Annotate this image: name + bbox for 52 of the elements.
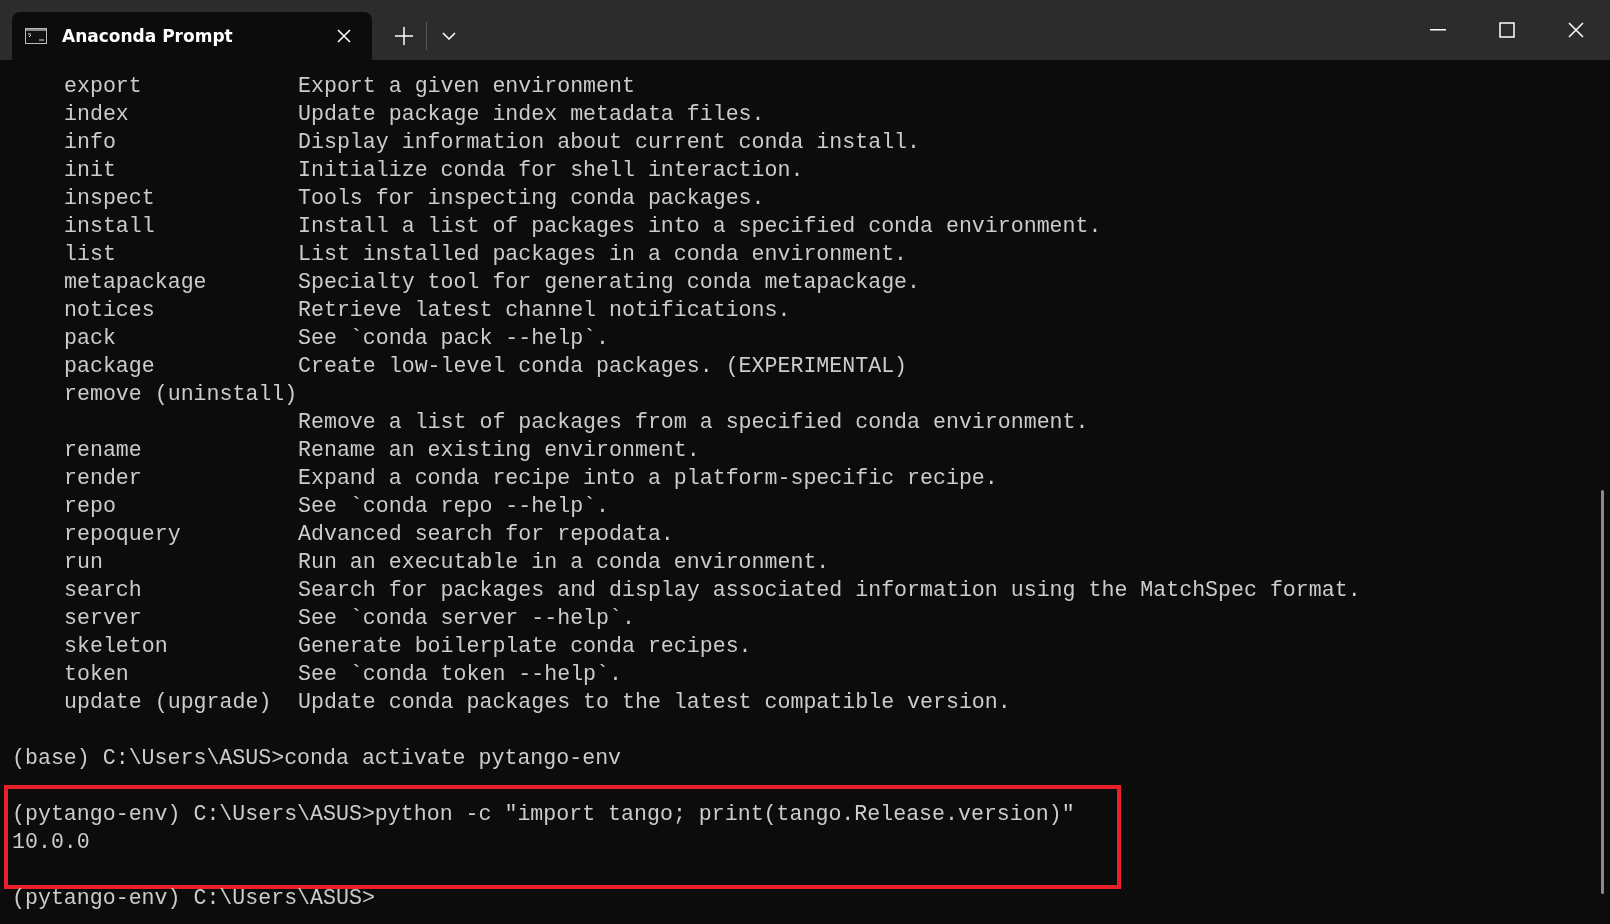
command-name: install [64, 213, 156, 240]
command-description: Tools for inspecting conda packages. [298, 185, 766, 212]
terminal-line: 10.0.0 [12, 829, 91, 856]
command-description: Retrieve latest channel notifications. [298, 297, 792, 324]
terminal-icon [25, 28, 47, 44]
command-description: Search for packages and display associated information using the MatchSpec format. [298, 577, 1362, 604]
command-description: Specialty tool for generating conda metapackage. [298, 269, 921, 296]
command-description: See `conda pack --help`. [298, 325, 610, 352]
command-description: See `conda token --help`. [298, 661, 623, 688]
command-description: Remove a list of packages from a specified conda environment. [298, 409, 1090, 436]
terminal-line: (base) C:\Users\ASUS>conda activate pytango-env [12, 745, 623, 772]
command-name: skeleton [64, 633, 169, 660]
command-description: Expand a conda recipe into a platform-specific recipe. [298, 465, 999, 492]
command-description: Install a list of packages into a specified conda environment. [298, 213, 1103, 240]
command-name: inspect [64, 185, 156, 212]
command-name: pack [64, 325, 117, 352]
command-description: See `conda server --help`. [298, 605, 636, 632]
command-name: remove (uninstall) [64, 381, 298, 408]
command-name: render [64, 465, 143, 492]
command-description: Advanced search for repodata. [298, 521, 675, 548]
command-name: server [64, 605, 143, 632]
command-description: Display information about current conda install. [298, 129, 921, 156]
command-name: repoquery [64, 521, 182, 548]
command-description: Create low-level conda packages. (EXPERIMENTAL) [298, 353, 909, 380]
command-name: package [64, 353, 156, 380]
command-description: Generate boilerplate conda recipes. [298, 633, 753, 660]
command-description: Rename an existing environment. [298, 437, 701, 464]
terminal-tab[interactable]: Anaconda Prompt [12, 12, 372, 60]
command-name: info [64, 129, 117, 156]
command-name: run [64, 549, 104, 576]
tab-title: Anaconda Prompt [62, 26, 234, 46]
command-description: List installed packages in a conda environment. [298, 241, 909, 268]
command-name: rename [64, 437, 143, 464]
command-description: Update package index metadata files. [298, 101, 766, 128]
command-description: Export a given environment [298, 73, 636, 100]
command-name: init [64, 157, 117, 184]
scrollbar[interactable] [1601, 490, 1604, 894]
terminal-line: (pytango-env) C:\Users\ASUS>python -c "import tango; print(tango.Release.version)" [12, 801, 1076, 828]
command-name: repo [64, 493, 117, 520]
command-name: update (upgrade) [64, 689, 273, 716]
command-description: Run an executable in a conda environment. [298, 549, 831, 576]
command-name: search [64, 577, 143, 604]
command-name: metapackage [64, 269, 208, 296]
command-name: token [64, 661, 130, 688]
command-name: index [64, 101, 130, 128]
command-description: Initialize conda for shell interaction. [298, 157, 805, 184]
command-description: Update conda packages to the latest compatible version. [298, 689, 1012, 716]
command-name: list [64, 241, 117, 268]
command-description: See `conda repo --help`. [298, 493, 610, 520]
terminal-line: (pytango-env) C:\Users\ASUS> [12, 885, 376, 912]
command-name: notices [64, 297, 156, 324]
command-name: export [64, 73, 143, 100]
